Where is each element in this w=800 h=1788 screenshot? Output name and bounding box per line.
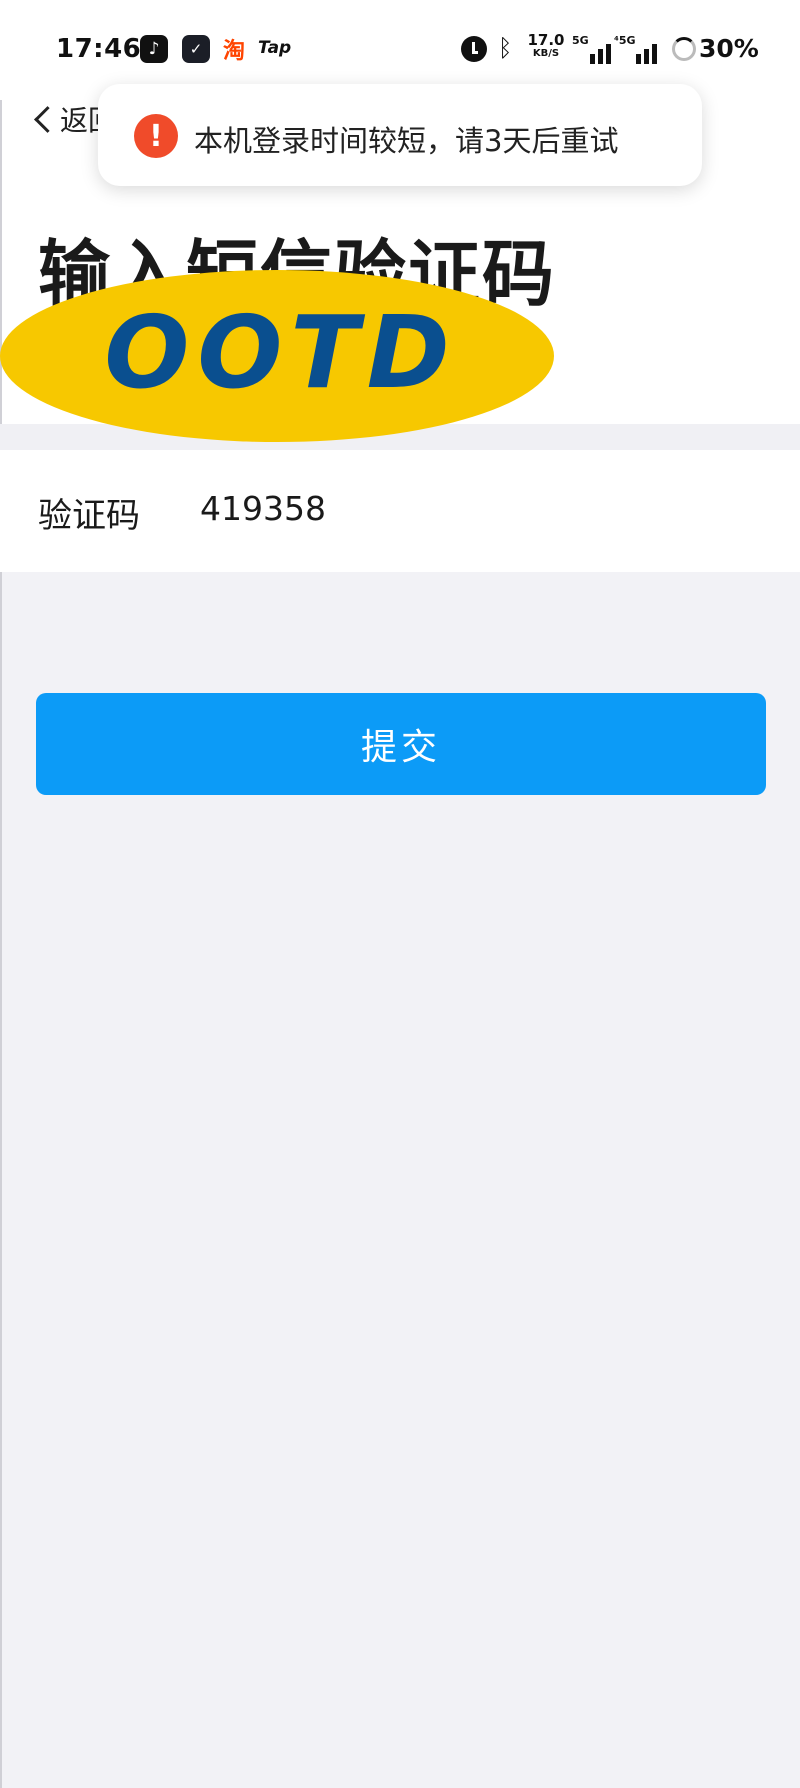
network-speed-unit: KB/S [532, 48, 560, 59]
network-speed: 17.0 KB/S [527, 33, 565, 61]
tap-app-icon: Tap [258, 38, 292, 58]
verification-code-input[interactable] [200, 478, 760, 538]
taobao-icon: 淘 [220, 35, 248, 64]
verification-code-row: 验证码 [0, 450, 800, 572]
signal-sim2-label: ⁴5G [614, 34, 636, 47]
tiktok-icon: ♪ [140, 35, 168, 63]
status-time: 17:46 [56, 34, 142, 64]
bluetooth-icon: ᛒ [498, 34, 513, 62]
network-speed-value: 17.0 [527, 31, 565, 49]
warning-icon: ! [134, 114, 178, 158]
ootd-sticker-text: OOTD [104, 294, 458, 411]
alarm-icon [461, 36, 487, 62]
error-toast: ! 本机登录时间较短，请3天后重试 [98, 84, 702, 186]
signal-sim1-label: 5G [572, 34, 589, 47]
battery-percent: 30% [699, 34, 759, 63]
toast-message: 本机登录时间较短，请3天后重试 [194, 124, 619, 158]
back-chevron-icon[interactable] [28, 104, 64, 140]
battery-icon [672, 37, 696, 61]
verification-code-label: 验证码 [38, 496, 140, 536]
submit-button[interactable]: 提交 [36, 693, 766, 795]
signal-sim2-icon: ⁴5G [614, 34, 668, 64]
mail-icon: ✓ [182, 35, 210, 63]
